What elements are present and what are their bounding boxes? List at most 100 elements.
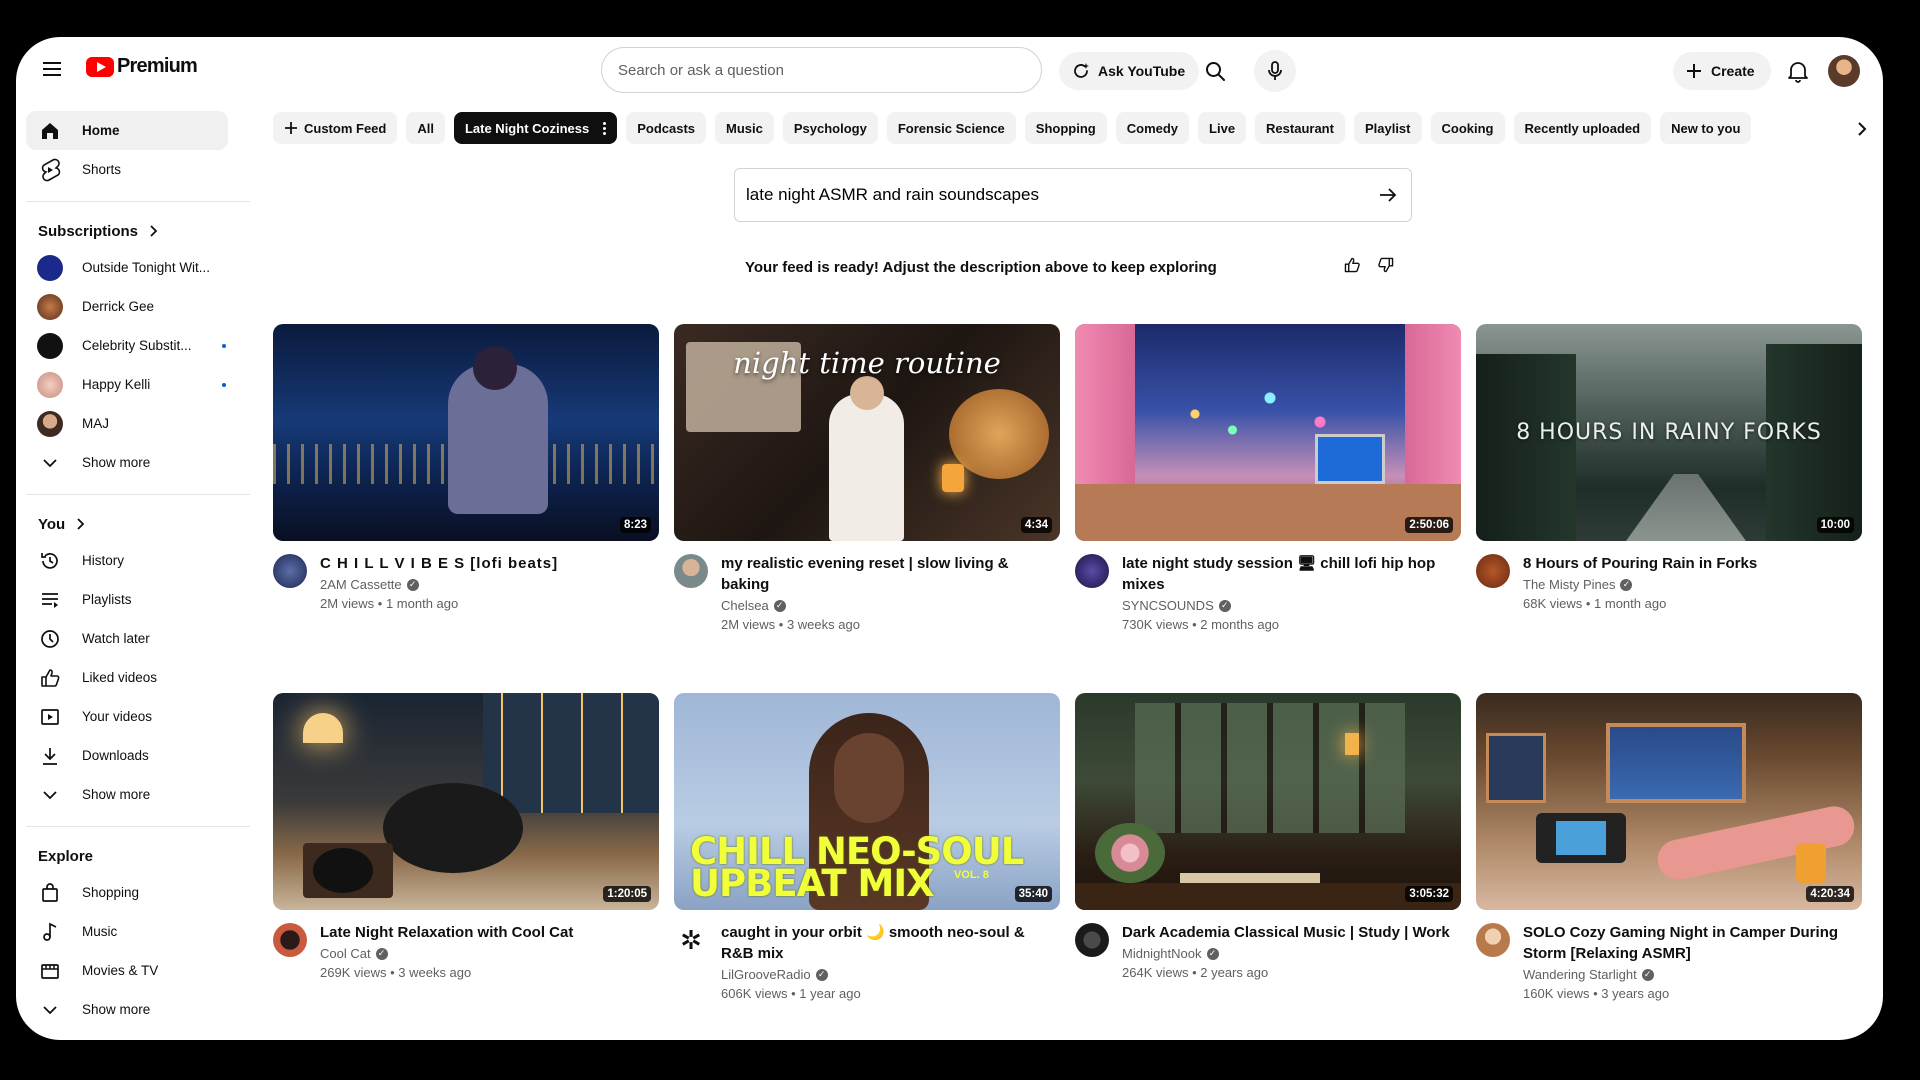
divider	[26, 201, 250, 202]
chip-music[interactable]: Music	[715, 112, 774, 144]
youtube-premium-logo[interactable]: Premium	[86, 55, 198, 78]
channel-avatar[interactable]	[273, 554, 307, 588]
sidebar-item-shorts[interactable]: Shorts	[26, 150, 250, 189]
you-header[interactable]: You	[26, 507, 250, 541]
chip-comedy[interactable]: Comedy	[1115, 112, 1190, 144]
custom-feed-chip[interactable]: Custom Feed	[273, 112, 398, 144]
explore-show-more[interactable]: Show more	[26, 990, 250, 1029]
channel-avatar[interactable]	[1075, 554, 1109, 588]
chip-cooking[interactable]: Cooking	[1430, 112, 1505, 144]
channel-avatar[interactable]	[1075, 923, 1109, 957]
chips-next-button[interactable]	[1846, 113, 1878, 145]
account-avatar[interactable]	[1828, 55, 1860, 87]
chip-psychology[interactable]: Psychology	[782, 112, 878, 144]
sidebar-item-liked-videos[interactable]: Liked videos	[26, 658, 250, 697]
video-thumbnail[interactable]: 8:23	[273, 324, 659, 541]
video-title[interactable]: caught in your orbit 🌙 smooth neo-soul &…	[721, 922, 1051, 964]
subscriptions-show-more[interactable]: Show more	[26, 443, 250, 482]
video-card[interactable]: 8 HOURS IN RAINY FORKS 10:00 8 Hours of …	[1476, 324, 1862, 611]
sidebar-item-movies-tv[interactable]: Movies & TV	[26, 951, 250, 990]
voice-search-button[interactable]	[1254, 50, 1296, 92]
chip-live[interactable]: Live	[1198, 112, 1247, 144]
channel-avatar[interactable]	[1476, 554, 1510, 588]
sidebar-item-your-videos[interactable]: Your videos	[26, 697, 250, 736]
thumbnail-image	[1075, 693, 1461, 910]
channel-name[interactable]: The Misty Pines ✓	[1523, 577, 1862, 592]
youtube-logo-icon	[86, 56, 114, 77]
video-title[interactable]: Late Night Relaxation with Cool Cat	[320, 922, 650, 943]
video-card[interactable]: night time routine 4:34 my realistic eve…	[674, 324, 1060, 632]
video-title[interactable]: late night study session 🖥 chill lofi hi…	[1122, 553, 1452, 595]
video-card[interactable]: 4:20:34 SOLO Cozy Gaming Night in Camper…	[1476, 693, 1862, 1001]
video-thumbnail[interactable]: 8 HOURS IN RAINY FORKS 10:00	[1476, 324, 1862, 541]
video-card[interactable]: CHILL NEO-SOUL UPBEAT MIX VOL. 8 35:40 ✲…	[674, 693, 1060, 1001]
video-title[interactable]: 8 Hours of Pouring Rain in Forks	[1523, 553, 1853, 574]
chip-playlist[interactable]: Playlist	[1353, 112, 1422, 144]
channel-name[interactable]: Cool Cat ✓	[320, 946, 659, 961]
new-content-dot	[222, 382, 226, 387]
video-thumbnail[interactable]: 3:05:32	[1075, 693, 1461, 910]
chip-new-to-you[interactable]: New to you	[1660, 112, 1752, 144]
chip-podcasts[interactable]: Podcasts	[626, 112, 707, 144]
video-title[interactable]: Dark Academia Classical Music | Study | …	[1122, 922, 1452, 943]
hamburger-menu-icon[interactable]	[34, 51, 70, 87]
thumbs-down-icon[interactable]	[1372, 251, 1400, 279]
video-title[interactable]: my realistic evening reset | slow living…	[721, 553, 1051, 595]
ask-youtube-button[interactable]: Ask YouTube	[1059, 52, 1200, 90]
more-options-icon[interactable]	[603, 121, 607, 135]
sidebar-item-downloads[interactable]: Downloads	[26, 736, 250, 775]
channel-avatar[interactable]: ✲	[674, 923, 708, 957]
channel-name[interactable]: SYNCSOUNDS ✓	[1122, 598, 1461, 613]
subscriptions-header[interactable]: Subscriptions	[26, 214, 250, 248]
search-button[interactable]	[1196, 52, 1234, 90]
channel-name[interactable]: LilGrooveRadio ✓	[721, 967, 1060, 982]
chip-label: Psychology	[793, 120, 867, 136]
chip-restaurant[interactable]: Restaurant	[1255, 112, 1345, 144]
video-title[interactable]: SOLO Cozy Gaming Night in Camper During …	[1523, 922, 1853, 964]
channel-avatar[interactable]	[1476, 923, 1510, 957]
channel-name[interactable]: MidnightNook ✓	[1122, 946, 1461, 961]
video-thumbnail[interactable]: 2:50:06	[1075, 324, 1461, 541]
sidebar-item-watch-later[interactable]: Watch later	[26, 619, 250, 658]
chip-late-night-coziness[interactable]: Late Night Coziness	[453, 112, 618, 144]
channel-avatar[interactable]	[273, 923, 307, 957]
chip-shopping[interactable]: Shopping	[1024, 112, 1107, 144]
subscription-item[interactable]: Celebrity Substit...	[26, 326, 250, 365]
thumbnail-image	[273, 693, 659, 910]
chip-recently-uploaded[interactable]: Recently uploaded	[1513, 112, 1652, 144]
video-card[interactable]: 8:23 C H I L L V I B E S [lofi beats] 2A…	[273, 324, 659, 611]
you-show-more[interactable]: Show more	[26, 775, 250, 814]
video-thumbnail[interactable]: night time routine 4:34	[674, 324, 1060, 541]
channel-avatar	[37, 371, 63, 398]
thumbs-up-icon[interactable]	[1338, 251, 1366, 279]
create-button[interactable]: Create	[1673, 52, 1771, 90]
video-card[interactable]: 3:05:32 Dark Academia Classical Music | …	[1075, 693, 1461, 980]
sidebar-item-history[interactable]: History	[26, 541, 250, 580]
subscription-item[interactable]: MAJ	[26, 404, 250, 443]
chip-label: All	[417, 120, 434, 136]
sidebar-item-music[interactable]: Music	[26, 912, 250, 951]
notifications-button[interactable]	[1778, 51, 1818, 91]
sidebar-item-shopping[interactable]: Shopping	[26, 873, 250, 912]
sidebar-item-home[interactable]: Home	[26, 111, 228, 150]
channel-avatar[interactable]	[674, 554, 708, 588]
channel-name[interactable]: 2AM Cassette ✓	[320, 577, 659, 592]
feed-description-input[interactable]	[746, 169, 1346, 221]
subscription-item[interactable]: Happy Kelli	[26, 365, 250, 404]
video-card[interactable]: 2:50:06 late night study session 🖥 chill…	[1075, 324, 1461, 632]
video-card[interactable]: 1:20:05 Late Night Relaxation with Cool …	[273, 693, 659, 980]
chip-all[interactable]: All	[406, 112, 445, 144]
channel-name[interactable]: Wandering Starlight ✓	[1523, 967, 1862, 982]
video-stats: 264K views • 2 years ago	[1122, 965, 1269, 980]
chip-forensic-science[interactable]: Forensic Science	[886, 112, 1016, 144]
submit-arrow-icon[interactable]	[1375, 182, 1401, 208]
sidebar-item-playlists[interactable]: Playlists	[26, 580, 250, 619]
video-title[interactable]: C H I L L V I B E S [lofi beats]	[320, 553, 650, 574]
search-input[interactable]	[618, 48, 1018, 92]
video-thumbnail[interactable]: CHILL NEO-SOUL UPBEAT MIX VOL. 8 35:40	[674, 693, 1060, 910]
channel-name[interactable]: Chelsea ✓	[721, 598, 1060, 613]
video-thumbnail[interactable]: 1:20:05	[273, 693, 659, 910]
subscription-item[interactable]: Derrick Gee	[26, 287, 250, 326]
video-thumbnail[interactable]: 4:20:34	[1476, 693, 1862, 910]
subscription-item[interactable]: Outside Tonight Wit...	[26, 248, 250, 287]
